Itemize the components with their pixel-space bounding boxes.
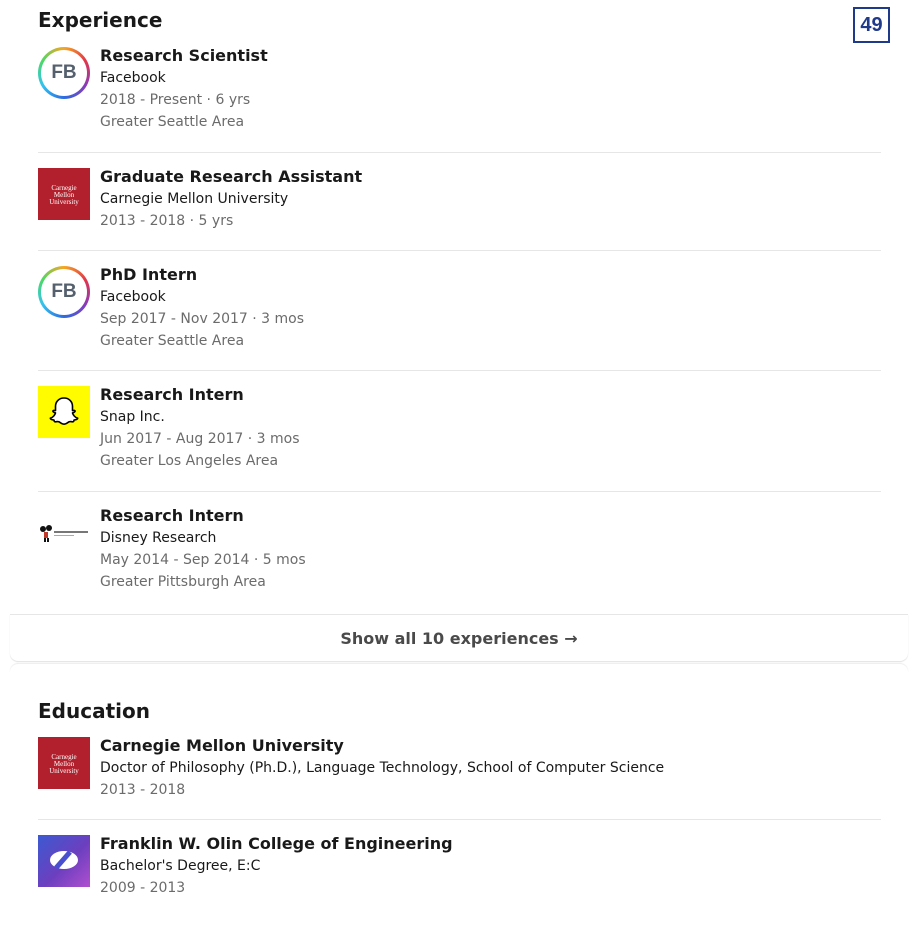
experience-company: Facebook xyxy=(100,70,166,86)
cmu-logo[interactable]: Carnegie Mellon University xyxy=(38,737,90,789)
experience-location: Greater Pittsburgh Area xyxy=(100,574,266,590)
experience-location: Greater Seattle Area xyxy=(100,114,245,130)
education-degree: Bachelor's Degree, E:C xyxy=(100,858,261,874)
cmu-logo-text: Carnegie Mellon University xyxy=(49,752,79,775)
mickey-icon xyxy=(40,525,88,542)
education-dates: 2009 - 2013 xyxy=(100,880,186,896)
experience-title[interactable]: Research Scientist xyxy=(100,45,268,67)
experience-title[interactable]: PhD Intern xyxy=(100,264,304,286)
experience-title[interactable]: Research Intern xyxy=(100,384,300,406)
show-all-label: Show all 10 experiences → xyxy=(340,628,578,648)
divider xyxy=(38,819,881,820)
divider xyxy=(38,491,881,492)
divider xyxy=(38,152,881,153)
experience-location: Greater Seattle Area xyxy=(100,333,245,349)
experience-dates: 2013 - 2018 · 5 yrs xyxy=(100,213,234,229)
divider xyxy=(38,250,881,251)
experience-dates: Sep 2017 - Nov 2017 · 3 mos xyxy=(100,311,305,327)
snapchat-logo[interactable] xyxy=(38,386,90,438)
education-school[interactable]: Carnegie Mellon University xyxy=(100,735,664,757)
experience-company: Facebook xyxy=(100,289,166,305)
olin-o-icon xyxy=(50,850,78,870)
experience-company: Snap Inc. xyxy=(100,409,165,425)
education-school[interactable]: Franklin W. Olin College of Engineering xyxy=(100,833,453,855)
facebook-logo[interactable]: FB xyxy=(38,47,90,99)
experience-section-title: Experience xyxy=(38,8,163,32)
show-all-experiences-button[interactable]: Show all 10 experiences → xyxy=(10,614,908,661)
page-number-badge: 49 xyxy=(853,7,890,43)
experience-location: Greater Los Angeles Area xyxy=(100,453,279,469)
experience-title[interactable]: Research Intern xyxy=(100,505,306,527)
education-section-title: Education xyxy=(38,699,150,723)
education-card-edge xyxy=(10,664,908,674)
snapchat-ghost-icon xyxy=(49,397,79,425)
olin-logo[interactable] xyxy=(38,835,90,887)
facebook-logo[interactable]: FB xyxy=(38,266,90,318)
cmu-logo-text: Carnegie Mellon University xyxy=(49,183,79,206)
experience-title[interactable]: Graduate Research Assistant xyxy=(100,166,362,188)
disney-research-logo[interactable] xyxy=(38,507,90,559)
cmu-logo[interactable]: Carnegie Mellon University xyxy=(38,168,90,220)
education-dates: 2013 - 2018 xyxy=(100,782,186,798)
experience-dates: May 2014 - Sep 2014 · 5 mos xyxy=(100,552,306,568)
divider xyxy=(38,370,881,371)
experience-company: Carnegie Mellon University xyxy=(100,191,289,207)
experience-company: Disney Research xyxy=(100,530,217,546)
experience-dates: 2018 - Present · 6 yrs xyxy=(100,92,251,108)
experience-dates: Jun 2017 - Aug 2017 · 3 mos xyxy=(100,431,300,447)
education-degree: Doctor of Philosophy (Ph.D.), Language T… xyxy=(100,760,665,776)
